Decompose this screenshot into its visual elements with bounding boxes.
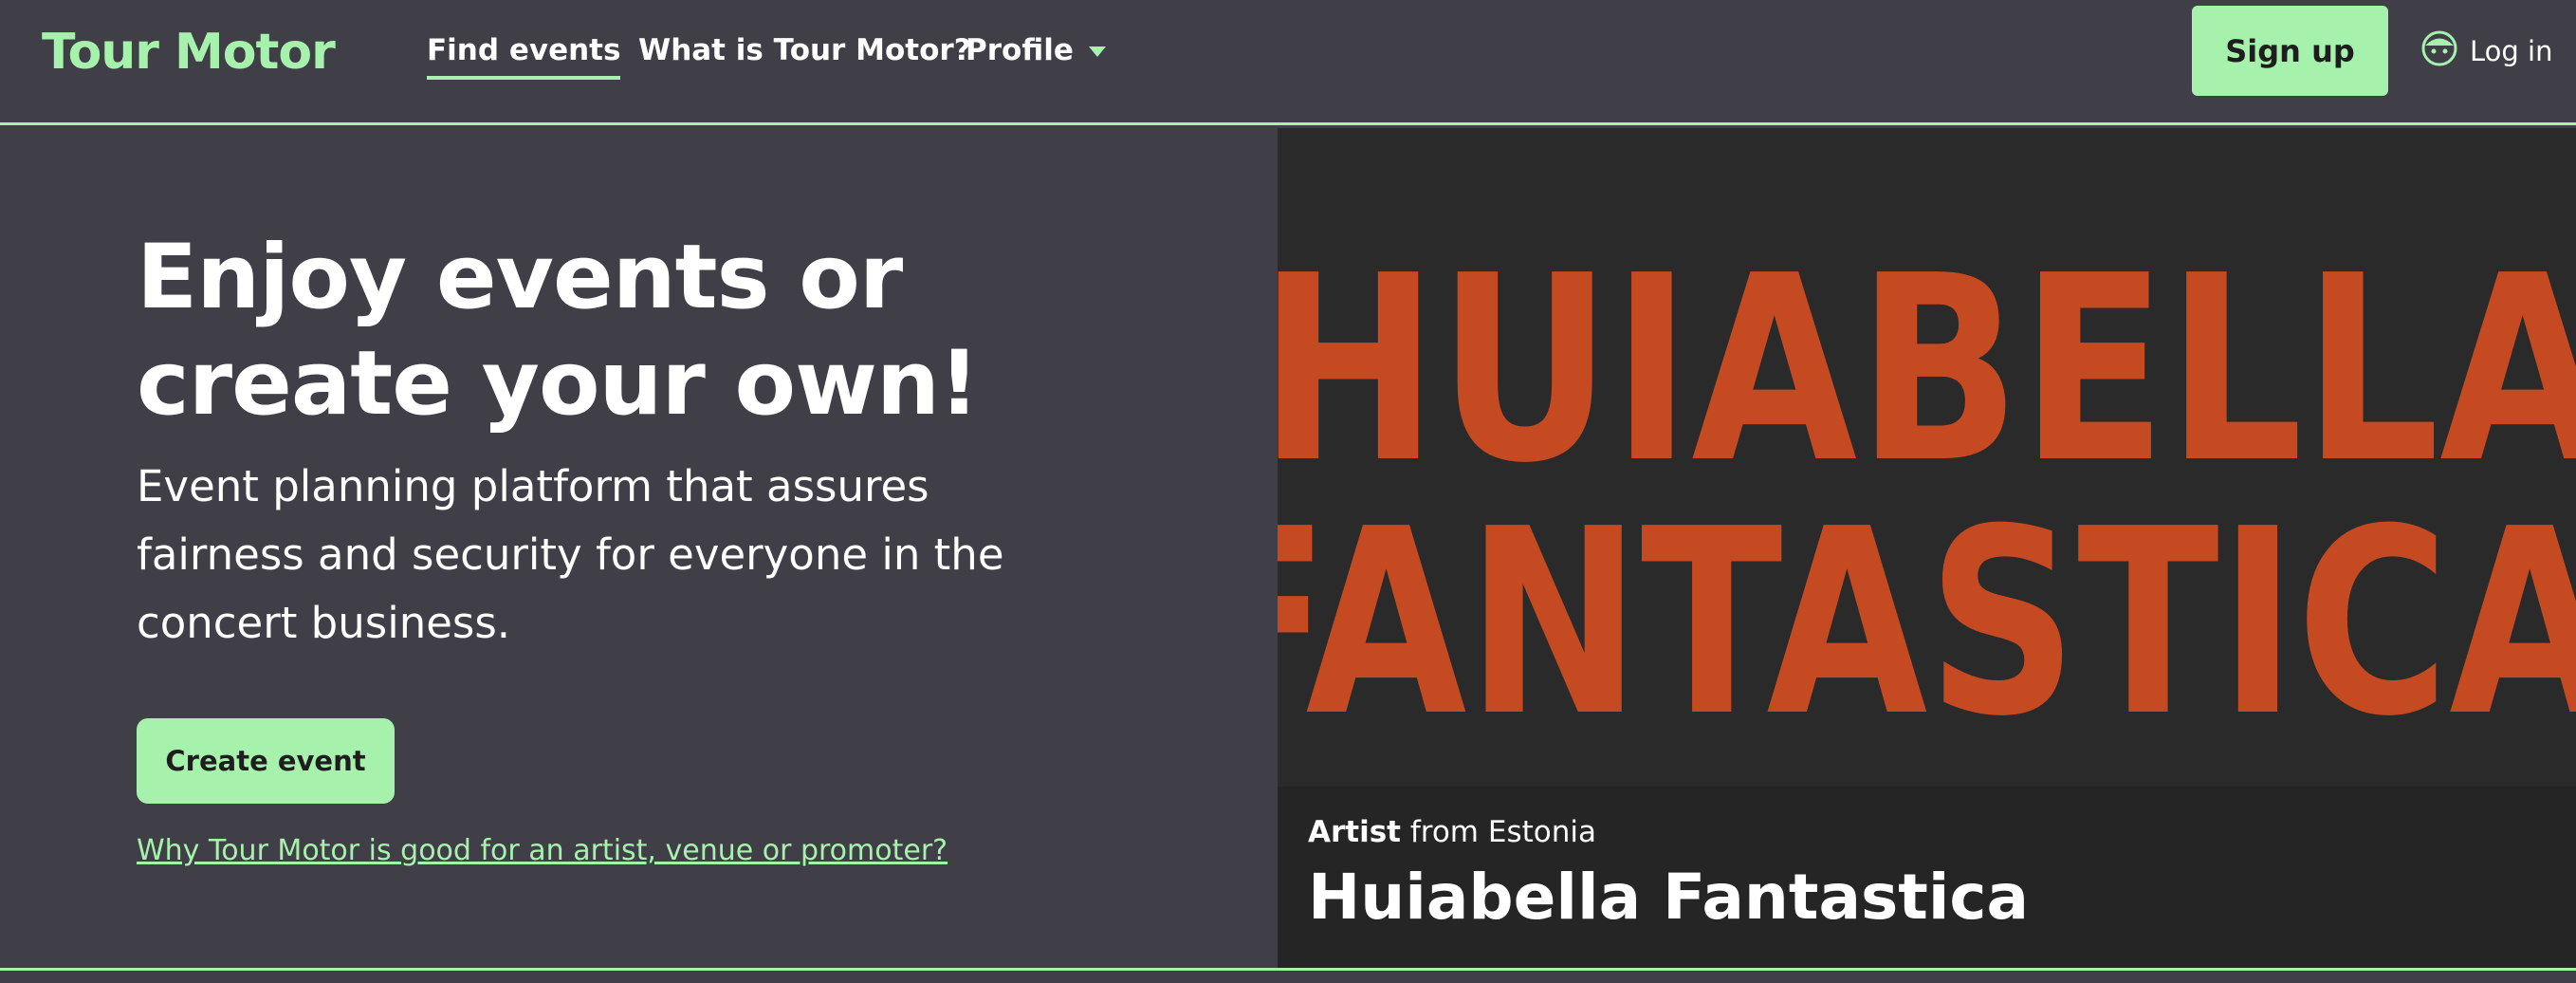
chevron-down-icon: [1088, 46, 1106, 57]
hero-section: Enjoy events or create your own! Event p…: [0, 128, 1278, 968]
artist-meta: Artist from Estonia: [1308, 815, 1596, 849]
why-tour-motor-link[interactable]: Why Tour Motor is good for an artist, ve…: [137, 834, 948, 867]
nav-profile-label: Profile: [966, 33, 1074, 67]
nav-profile-dropdown[interactable]: Profile: [966, 27, 1106, 74]
log-in-link[interactable]: Log in: [2420, 25, 2552, 78]
hero-title: Enjoy events or create your own!: [137, 226, 980, 436]
nav-find-events[interactable]: Find events: [427, 27, 621, 80]
sign-up-button[interactable]: Sign up: [2192, 6, 2388, 96]
artist-caption: Artist from Estonia Huiabella Fantastica: [1278, 787, 2576, 968]
artist-role: Artist: [1308, 815, 1401, 849]
site-logo[interactable]: Tour Motor: [42, 19, 336, 85]
user-face-icon: [2420, 29, 2458, 74]
artist-name[interactable]: Huiabella Fantastica: [1308, 861, 2029, 934]
artist-origin: from Estonia: [1409, 815, 1596, 849]
nav-what-is-tour-motor[interactable]: What is Tour Motor?: [638, 27, 971, 74]
create-event-button[interactable]: Create event: [137, 718, 395, 804]
log-in-label: Log in: [2470, 35, 2553, 67]
artist-image[interactable]: HUIABELLA FANTASTICA: [1278, 128, 2576, 787]
hero-subtitle: Event planning platform that assures fai…: [137, 461, 1004, 648]
next-section-edge: [0, 971, 2576, 983]
site-header: Tour Motor Find events What is Tour Moto…: [0, 0, 2576, 125]
featured-artist-card[interactable]: HUIABELLA FANTASTICA Artist from Estonia…: [1278, 128, 2576, 968]
artist-image-text-line2: FANTASTICA: [1278, 473, 2576, 772]
